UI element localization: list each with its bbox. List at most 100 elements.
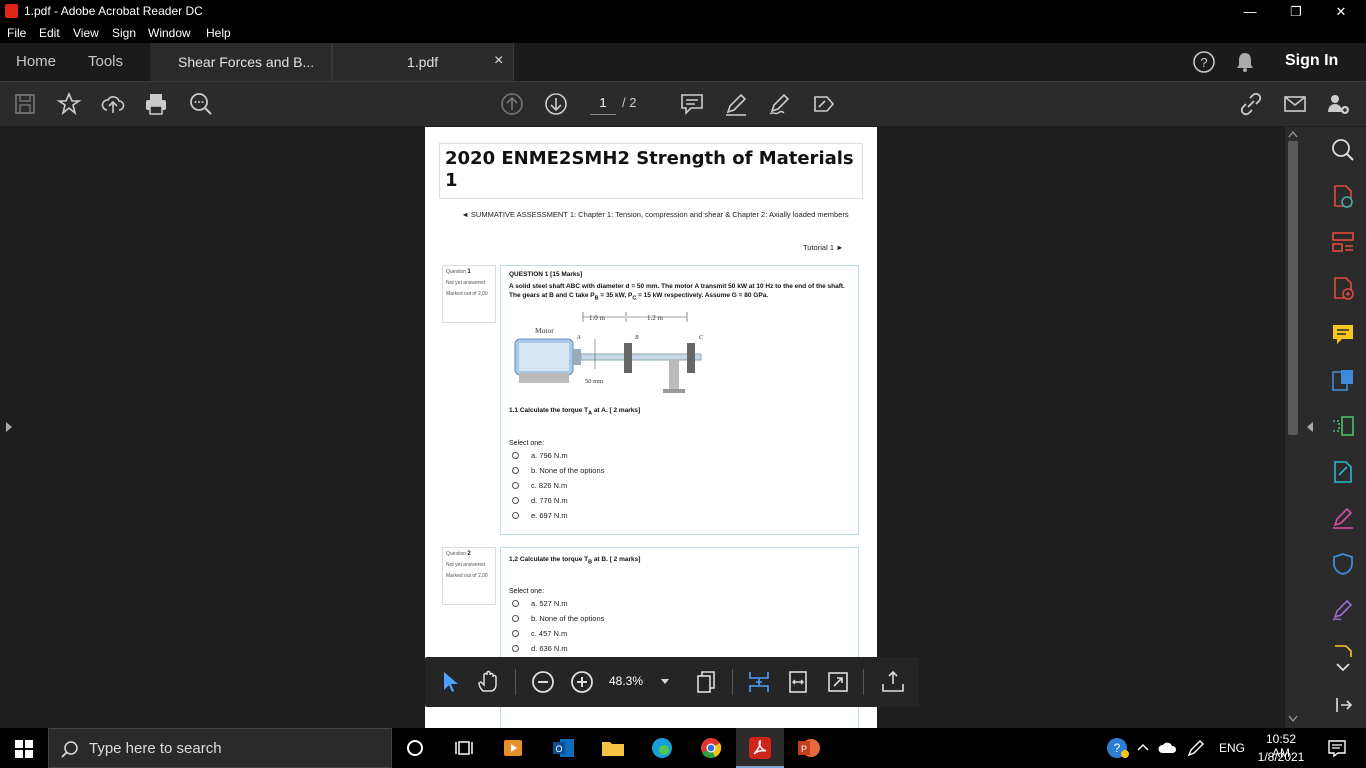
clock-date[interactable]: 1/8/2021 bbox=[1256, 750, 1306, 764]
minimize-button[interactable]: — bbox=[1227, 0, 1273, 23]
option-e[interactable]: e. 697 N.m bbox=[509, 508, 850, 523]
radio-button[interactable] bbox=[512, 511, 519, 519]
scroll-down-icon[interactable] bbox=[1288, 715, 1298, 723]
outlook-icon[interactable]: O bbox=[552, 737, 576, 759]
fit-page-icon[interactable] bbox=[746, 669, 772, 695]
onedrive-icon[interactable] bbox=[1158, 740, 1178, 756]
add-user-icon[interactable] bbox=[1325, 91, 1351, 117]
search-zoom-icon[interactable] bbox=[188, 91, 214, 117]
tab-home[interactable]: Home bbox=[16, 53, 56, 70]
option-a[interactable]: a. 796 N.m bbox=[509, 448, 850, 463]
radio-button[interactable] bbox=[512, 496, 519, 504]
breadcrumb[interactable]: ◄ SUMMATIVE ASSESSMENT 1: Chapter 1: Ten… bbox=[455, 209, 855, 220]
next-tutorial-link[interactable]: Tutorial 1 ► bbox=[803, 243, 844, 252]
collapse-right-panel-icon[interactable] bbox=[1305, 421, 1315, 433]
tab-tools[interactable]: Tools bbox=[88, 53, 123, 70]
page-number-input[interactable]: 1 bbox=[590, 93, 616, 115]
option-a[interactable]: a. 527 N.m bbox=[509, 596, 850, 611]
protect-shield-icon[interactable] bbox=[1330, 551, 1356, 577]
radio-button[interactable] bbox=[512, 630, 519, 638]
zoom-dropdown-icon[interactable] bbox=[661, 679, 669, 685]
media-player-icon[interactable] bbox=[503, 738, 523, 758]
show-hidden-icons[interactable] bbox=[1137, 742, 1149, 752]
menu-help[interactable]: Help bbox=[206, 26, 231, 40]
request-signature-icon[interactable] bbox=[1330, 597, 1356, 623]
fill-sign-icon[interactable] bbox=[811, 91, 837, 117]
radio-button[interactable] bbox=[512, 645, 519, 653]
vertical-scrollbar[interactable] bbox=[1285, 127, 1301, 728]
left-panel-toggle[interactable] bbox=[0, 127, 18, 728]
scroll-up-icon[interactable] bbox=[1288, 130, 1298, 138]
powerpoint-icon[interactable]: P bbox=[797, 737, 821, 759]
menu-sign[interactable]: Sign bbox=[112, 26, 136, 40]
tab-shear-forces-doc[interactable]: Shear Forces and B... bbox=[150, 43, 332, 81]
option-b[interactable]: b. None of the options bbox=[509, 611, 850, 626]
chrome-icon[interactable] bbox=[699, 737, 723, 759]
zoom-in-icon[interactable] bbox=[569, 669, 595, 695]
previous-page-icon[interactable] bbox=[499, 91, 525, 117]
radio-button[interactable] bbox=[512, 466, 519, 474]
search-tool-icon[interactable] bbox=[1330, 137, 1356, 163]
pen-workspace-icon[interactable] bbox=[1186, 739, 1206, 757]
full-screen-icon[interactable] bbox=[825, 669, 851, 695]
edit-pdf-icon[interactable] bbox=[1330, 275, 1356, 301]
restore-button[interactable]: ❐ bbox=[1273, 0, 1319, 23]
email-icon[interactable] bbox=[1282, 91, 1308, 117]
upload-cloud-icon[interactable] bbox=[100, 91, 126, 117]
tab-1-pdf[interactable]: 1.pdf × bbox=[332, 43, 514, 81]
option-d[interactable]: d. 636 N.m bbox=[509, 641, 850, 656]
highlight-pen-icon[interactable] bbox=[723, 91, 749, 117]
save-icon[interactable] bbox=[12, 91, 38, 117]
cortana-icon[interactable] bbox=[406, 739, 424, 757]
file-explorer-icon[interactable] bbox=[601, 738, 625, 758]
zoom-out-icon[interactable] bbox=[530, 669, 556, 695]
rail-scroll-down-icon[interactable] bbox=[1330, 660, 1356, 676]
windows-start-icon[interactable] bbox=[15, 740, 33, 758]
fit-width-icon[interactable] bbox=[785, 669, 811, 695]
select-cursor-icon[interactable] bbox=[436, 669, 462, 695]
close-button[interactable]: ✕ bbox=[1318, 0, 1364, 23]
radio-button[interactable] bbox=[512, 600, 519, 608]
menu-edit[interactable]: Edit bbox=[39, 26, 60, 40]
notification-bell-icon[interactable] bbox=[1234, 51, 1256, 73]
menu-window[interactable]: Window bbox=[148, 26, 191, 40]
compress-pdf-icon[interactable] bbox=[1330, 413, 1356, 439]
zoom-value[interactable]: 48.3% bbox=[609, 674, 643, 688]
task-view-icon[interactable] bbox=[454, 739, 474, 757]
organize-pages-icon[interactable] bbox=[1330, 229, 1356, 255]
menu-view[interactable]: View bbox=[73, 26, 99, 40]
page-layout-icon[interactable] bbox=[693, 669, 719, 695]
link-icon[interactable] bbox=[1238, 91, 1264, 117]
comment-icon[interactable] bbox=[679, 91, 705, 117]
menu-file[interactable]: File bbox=[7, 26, 26, 40]
export-pdf-icon[interactable] bbox=[1330, 367, 1356, 393]
create-pdf-icon[interactable] bbox=[1330, 183, 1356, 209]
taskbar-search[interactable]: Type here to search bbox=[48, 728, 392, 768]
fill-sign-tool-icon[interactable] bbox=[1330, 505, 1356, 531]
star-icon[interactable] bbox=[56, 91, 82, 117]
draw-sign-icon[interactable] bbox=[767, 91, 793, 117]
notification-center-icon[interactable] bbox=[1327, 739, 1347, 757]
more-tools-icon[interactable] bbox=[1330, 643, 1356, 657]
help-icon[interactable]: ? bbox=[1192, 50, 1216, 74]
next-page-icon[interactable] bbox=[543, 91, 569, 117]
scroll-thumb[interactable] bbox=[1288, 141, 1298, 435]
share-upload-icon[interactable] bbox=[880, 669, 906, 695]
comment-tool-icon[interactable] bbox=[1330, 321, 1356, 347]
option-b[interactable]: b. None of the options bbox=[509, 463, 850, 478]
option-c[interactable]: c. 826 N.m bbox=[509, 478, 850, 493]
edge-icon[interactable] bbox=[650, 737, 674, 759]
help-tray-icon[interactable]: ? bbox=[1106, 737, 1130, 759]
radio-button[interactable] bbox=[512, 481, 519, 489]
collapse-rail-icon[interactable] bbox=[1330, 692, 1356, 718]
option-d[interactable]: d. 776 N.m bbox=[509, 493, 850, 508]
language-indicator[interactable]: ENG bbox=[1219, 741, 1245, 755]
option-c[interactable]: c. 457 N.m bbox=[509, 626, 850, 641]
document-canvas[interactable]: 2020 ENME2SMH2 Strength of Materials 1 ◄… bbox=[18, 127, 1285, 728]
radio-button[interactable] bbox=[512, 451, 519, 459]
sign-in-button[interactable]: Sign In bbox=[1285, 52, 1338, 70]
tab-close-icon[interactable]: × bbox=[494, 52, 503, 70]
expand-left-icon[interactable] bbox=[4, 421, 14, 433]
radio-button[interactable] bbox=[512, 615, 519, 623]
print-icon[interactable] bbox=[143, 91, 169, 117]
